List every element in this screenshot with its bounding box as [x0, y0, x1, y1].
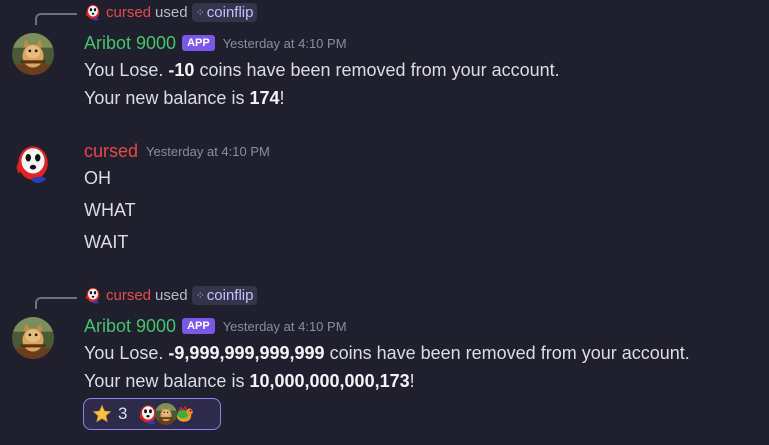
message-text: Your new balance is 10,000,000,000,173! — [84, 371, 415, 391]
star-icon — [92, 404, 112, 423]
command-icon: ⁘ — [195, 6, 205, 19]
message-header: Aribot 9000 APP Yesterday at 4:10 PM — [84, 31, 347, 55]
command-name: coinflip — [206, 286, 254, 304]
reaction-count: 3 — [118, 404, 128, 423]
author-name[interactable]: Aribot 9000 — [84, 33, 176, 54]
app-badge: APP — [182, 35, 215, 51]
user-avatar-mini — [84, 3, 102, 21]
app-badge: APP — [182, 318, 215, 334]
message-header: cursed Yesterday at 4:10 PM — [84, 139, 270, 163]
reply-username[interactable]: cursed — [106, 287, 151, 304]
reply-connector — [35, 13, 77, 25]
reply-verb: used — [155, 3, 188, 21]
reply-context[interactable]: cursed used ⁘ coinflip — [84, 1, 258, 23]
command-icon: ⁘ — [195, 289, 205, 302]
message-text: Your new balance is 174! — [84, 88, 285, 108]
reply-context[interactable]: cursed used ⁘ coinflip — [84, 284, 258, 306]
reply-connector — [35, 297, 77, 309]
timestamp[interactable]: Yesterday at 4:10 PM — [223, 36, 347, 51]
message-text: You Lose. -9,999,999,999,999 coins have … — [84, 343, 690, 363]
command-pill[interactable]: ⁘ coinflip — [191, 285, 258, 305]
message-header: Aribot 9000 APP Yesterday at 4:10 PM — [84, 314, 347, 338]
reply-verb: used — [155, 286, 188, 304]
command-pill[interactable]: ⁘ coinflip — [191, 2, 258, 22]
author-name[interactable]: Aribot 9000 — [84, 316, 176, 337]
message-text: WAIT — [84, 232, 129, 252]
reply-username[interactable]: cursed — [106, 4, 151, 21]
reactor-avatars — [141, 403, 195, 425]
avatar[interactable] — [12, 33, 54, 75]
timestamp[interactable]: Yesterday at 4:10 PM — [223, 319, 347, 334]
reactor-avatar — [173, 403, 195, 425]
message-text: OH — [84, 168, 111, 188]
timestamp[interactable]: Yesterday at 4:10 PM — [146, 144, 270, 159]
reaction-button[interactable]: 3 — [83, 398, 221, 430]
message-text: WHAT — [84, 200, 136, 220]
author-name[interactable]: cursed — [84, 141, 138, 162]
avatar[interactable] — [12, 317, 54, 359]
command-name: coinflip — [206, 3, 254, 21]
user-avatar-mini — [84, 286, 102, 304]
avatar[interactable] — [12, 142, 54, 184]
message-text: You Lose. -10 coins have been removed fr… — [84, 60, 560, 80]
